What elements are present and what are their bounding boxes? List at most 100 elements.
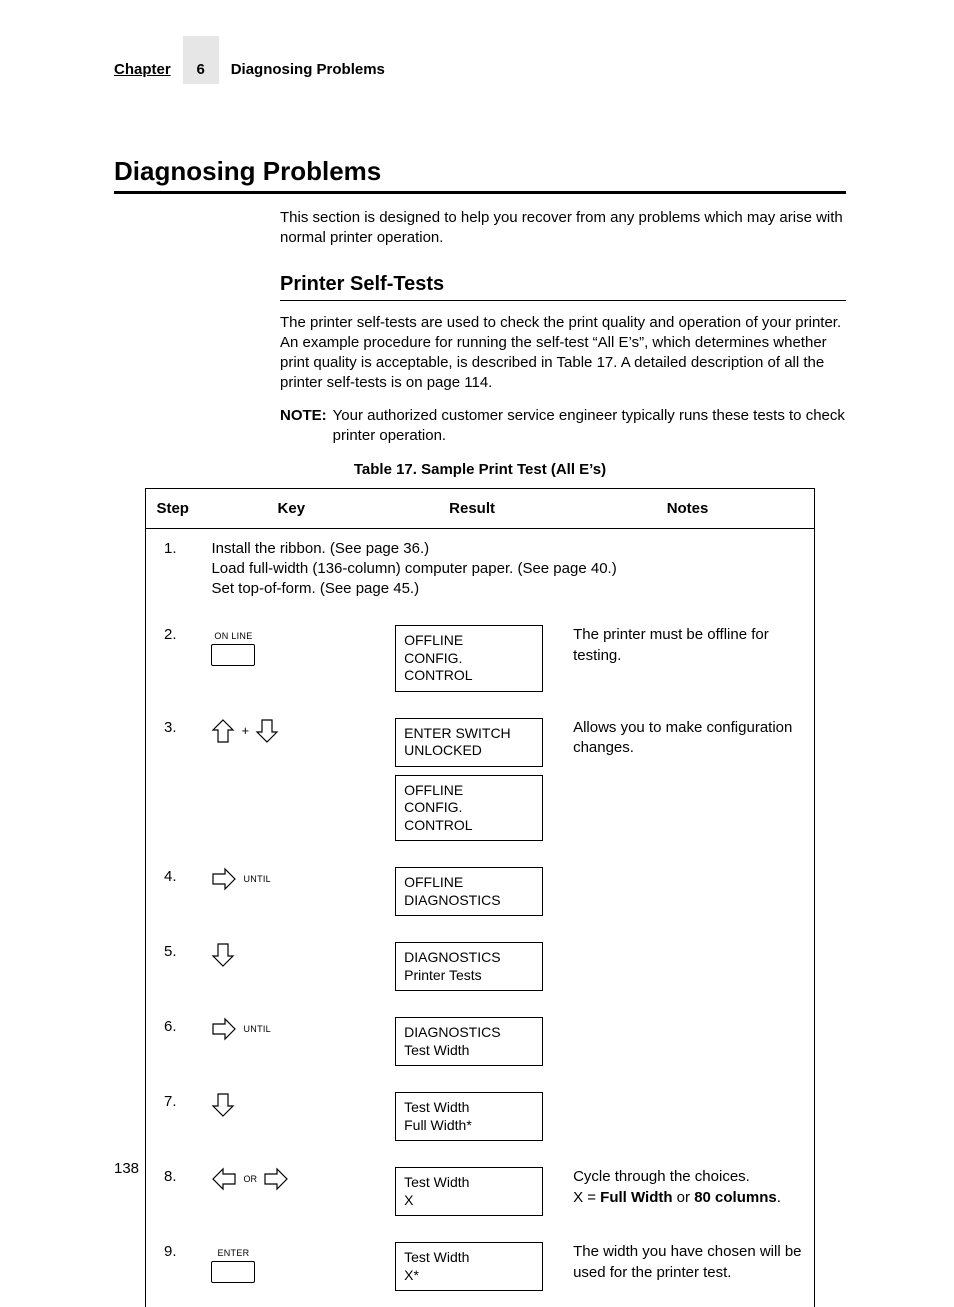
key-cell: UNTIL [199,1007,383,1082]
body-paragraph: The printer self-tests are used to check… [280,313,846,394]
text-line: UNLOCKED [404,742,534,760]
or-label: OR [243,1173,257,1185]
note-body: Your authorized customer service enginee… [333,406,846,447]
up-arrow-key-icon [211,718,235,744]
result-cell: Test Width Full Width* [383,1082,561,1157]
table-row: 8. OR Test Width X Cycle through the ch [146,1157,815,1232]
until-label: UNTIL [243,873,271,885]
step-num: 3. [146,708,200,858]
key-label: ON LINE [214,630,252,642]
chapter-label: Chapter [114,60,171,84]
th-result: Result [383,489,561,528]
text-line: Test Width [404,1174,534,1192]
notes-cell: The printer must be offline for testing. [561,615,814,708]
step-num: 6. [146,1007,200,1082]
result-cell: Test Width X [383,1157,561,1232]
text-line: Test Width [404,1249,534,1267]
notes-cell [561,1007,814,1082]
result-cell: Test Width X* [383,1232,561,1307]
th-step: Step [146,489,200,528]
lcd-display: Test Width X [395,1167,543,1216]
notes-cell: The width you have chosen will be used f… [561,1232,814,1307]
th-notes: Notes [561,489,814,528]
table-row: 3. + ENTER SWITCH UNLOCKED OFFLINE [146,708,815,858]
procedure-table: Step Key Result Notes 1. Install the rib… [145,488,815,1307]
right-arrow-key-icon [211,867,237,891]
notes-cell [561,1082,814,1157]
notes-cell: Cycle through the choices. X = Full Widt… [561,1157,814,1232]
text-line: DIAGNOSTICS [404,949,534,967]
key-cell [199,1082,383,1157]
page-number: 138 [114,1159,139,1179]
heading-1: Diagnosing Problems [114,154,846,194]
text-line: Cycle through the choices. [573,1167,806,1187]
text-line: ENTER SWITCH [404,725,534,743]
key-cell: ENTER [199,1232,383,1307]
down-arrow-key-icon [255,718,279,744]
text-line: DIAGNOSTICS [404,1024,534,1042]
table-caption: Table 17. Sample Print Test (All E’s) [114,460,846,480]
lcd-display: Test Width Full Width* [395,1092,543,1141]
key-cell: ON LINE [199,615,383,708]
text-line: Test Width [404,1042,534,1060]
lcd-display: OFFLINE CONFIG. CONTROL [395,775,543,842]
lcd-display: Test Width X* [395,1242,543,1291]
step-num: 1. [146,528,200,615]
intro-paragraph: This section is designed to help you rec… [280,208,846,249]
text-line: CONFIG. CONTROL [404,799,534,834]
step-num: 4. [146,857,200,932]
down-arrow-key-icon [211,942,235,968]
text-line: DIAGNOSTICS [404,892,534,910]
lcd-display: ENTER SWITCH UNLOCKED [395,718,543,767]
notes-cell [561,932,814,1007]
text-line: OFFLINE [404,874,534,892]
lcd-display: DIAGNOSTICS Test Width [395,1017,543,1066]
text-line: OFFLINE [404,632,534,650]
step-num: 9. [146,1232,200,1307]
key-cell: + [199,708,383,858]
key-cell: OR [199,1157,383,1232]
text-line: Set top-of-form. (See page 45.) [211,579,806,599]
table-row: 9. ENTER Test Width X* The width you hav… [146,1232,815,1307]
text-line: Printer Tests [404,967,534,985]
note-label: NOTE: [280,406,327,447]
lcd-display: OFFLINE CONFIG. CONTROL [395,625,543,692]
table-row: 7. Test Width Full Width* [146,1082,815,1157]
key-button-icon [211,1261,255,1283]
result-cell: DIAGNOSTICS Test Width [383,1007,561,1082]
down-arrow-key-icon [211,1092,235,1118]
result-cell: DIAGNOSTICS Printer Tests [383,932,561,1007]
chapter-number: 6 [183,36,219,84]
key-label: ENTER [217,1247,249,1259]
text-line: CONFIG. CONTROL [404,650,534,685]
text-line: Full Width* [404,1117,534,1135]
right-arrow-key-icon [211,1017,237,1041]
text-line: Load full-width (136-column) computer pa… [211,559,806,579]
step-num: 7. [146,1082,200,1157]
table-row: 5. DIAGNOSTICS Printer Tests [146,932,815,1007]
page-header: Chapter 6 Diagnosing Problems [114,36,846,84]
right-arrow-key-icon [263,1167,289,1191]
chapter-section: Diagnosing Problems [231,60,385,84]
text-line: OFFLINE [404,782,534,800]
step-num: 8. [146,1157,200,1232]
notes-cell [561,857,814,932]
table-row: 1. Install the ribbon. (See page 36.) Lo… [146,528,815,615]
until-label: UNTIL [243,1023,271,1035]
result-cell: ENTER SWITCH UNLOCKED OFFLINE CONFIG. CO… [383,708,561,858]
key-cell [199,932,383,1007]
step-instructions: Install the ribbon. (See page 36.) Load … [199,528,814,615]
table-row: 2. ON LINE OFFLINE CONFIG. CONTROL The p… [146,615,815,708]
result-cell: OFFLINE DIAGNOSTICS [383,857,561,932]
table-row: 4. UNTIL OFFLINE DIAGNOSTICS [146,857,815,932]
left-arrow-key-icon [211,1167,237,1191]
text-line: X = Full Width or 80 columns. [573,1188,806,1208]
key-button-icon [211,644,255,666]
text-line: Install the ribbon. (See page 36.) [211,539,806,559]
result-cell: OFFLINE CONFIG. CONTROL [383,615,561,708]
note: NOTE: Your authorized customer service e… [280,406,846,447]
plus-icon: + [241,722,249,740]
notes-cell: Allows you to make configuration changes… [561,708,814,858]
lcd-display: DIAGNOSTICS Printer Tests [395,942,543,991]
th-key: Key [199,489,383,528]
